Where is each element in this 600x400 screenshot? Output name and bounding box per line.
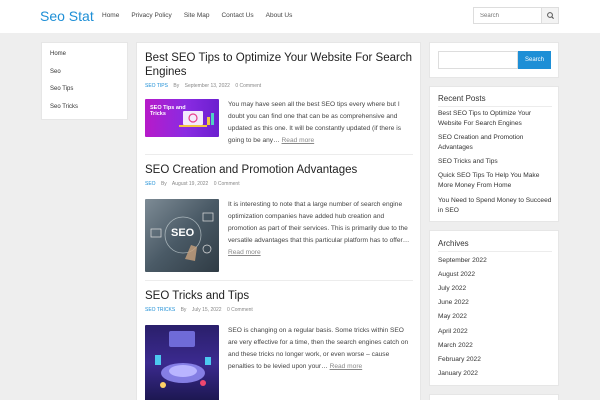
laptop-chart-icon (179, 111, 214, 127)
read-more-link[interactable]: Read more (282, 137, 315, 144)
sidebar-item-seo-tricks[interactable]: Seo Tricks (50, 104, 78, 110)
widget-title: Archives (438, 239, 469, 248)
seo-illustration-icon (155, 331, 211, 388)
post-author-label: By (160, 181, 167, 187)
nav-privacy-policy[interactable]: Privacy Policy (131, 12, 171, 19)
post-author-label: By (180, 307, 187, 313)
excerpt-text: It is interesting to note that a large n… (228, 201, 410, 244)
sidebar-search-input[interactable] (438, 51, 518, 69)
search-icon (547, 12, 554, 19)
next-widget (429, 394, 559, 400)
read-more-link[interactable]: Read more (330, 363, 363, 370)
nav-about-us[interactable]: About Us (266, 12, 293, 19)
archive-link[interactable]: March 2022 (438, 341, 554, 351)
read-more-link[interactable]: Read more (228, 249, 261, 256)
post-thumbnail[interactable]: SEO (145, 199, 219, 272)
post-title[interactable]: SEO Tricks and Tips (145, 289, 413, 303)
post-category[interactable]: SEO (145, 181, 156, 187)
post-comments[interactable]: 0 Comment (214, 181, 240, 187)
recent-post-link[interactable]: Quick SEO Tips To Help You Make More Mon… (438, 171, 554, 190)
post-divider (145, 154, 413, 155)
post-date[interactable]: August 19, 2022 (172, 181, 208, 187)
nav-contact-us[interactable]: Contact Us (221, 12, 253, 19)
site-logo[interactable]: Seo Stat (40, 8, 94, 24)
thumbnail-caption: SEO (171, 227, 195, 239)
header-search-button[interactable] (541, 8, 558, 23)
post-item: SEO Creation and Promotion Advantages SE… (145, 163, 413, 283)
header-search (473, 7, 559, 24)
archive-link[interactable]: April 2022 (438, 327, 554, 337)
post-comments[interactable]: 0 Comment (235, 83, 261, 89)
archive-link[interactable]: January 2022 (438, 369, 554, 379)
recent-posts-widget: Recent Posts Best SEO Tips to Optimize Y… (429, 86, 559, 222)
post-date[interactable]: July 15, 2022 (192, 307, 222, 313)
widget-divider (438, 106, 552, 107)
post-meta: SEO TIPS By September 13, 2022 0 Comment (145, 83, 413, 91)
post-author-label: By (173, 83, 180, 89)
header-search-input[interactable] (474, 8, 542, 23)
post-category[interactable]: SEO TIPS (145, 83, 168, 89)
widget-divider (438, 251, 552, 252)
excerpt-text: SEO is changing on a regular basis. Some… (228, 327, 409, 370)
post-list: Best SEO Tips to Optimize Your Website F… (136, 42, 421, 400)
sidebar-item-home[interactable]: Home (50, 51, 66, 57)
sidebar-item-seo-tips[interactable]: Seo Tips (50, 86, 73, 92)
category-sidebar: Home Seo Seo Tips Seo Tricks (41, 42, 128, 120)
sidebar-search-widget: Search (429, 42, 559, 78)
site-header: Seo Stat Home Privacy Policy Site Map Co… (0, 0, 600, 33)
post-excerpt: You may have seen all the best SEO tips … (228, 99, 411, 147)
archive-link[interactable]: August 2022 (438, 270, 554, 280)
archive-link[interactable]: May 2022 (438, 312, 554, 322)
post-excerpt: SEO is changing on a regular basis. Some… (228, 325, 411, 373)
post-comments[interactable]: 0 Comment (227, 307, 253, 313)
recent-post-link[interactable]: You Need to Spend Money to Succeed in SE… (438, 196, 554, 215)
post-item: SEO Tricks and Tips SEO TRICKS By July 1… (145, 289, 413, 400)
post-excerpt: It is interesting to note that a large n… (228, 199, 411, 259)
archives-widget: Archives September 2022 August 2022 July… (429, 230, 559, 386)
recent-post-link[interactable]: SEO Creation and Promotion Advantages (438, 133, 554, 152)
post-title[interactable]: SEO Creation and Promotion Advantages (145, 163, 413, 177)
post-date[interactable]: September 13, 2022 (185, 83, 230, 89)
recent-post-link[interactable]: SEO Tricks and Tips (438, 157, 554, 167)
archive-link[interactable]: July 2022 (438, 284, 554, 294)
post-thumbnail[interactable] (145, 325, 219, 400)
post-meta: SEO TRICKS By July 15, 2022 0 Comment (145, 307, 413, 315)
nav-home[interactable]: Home (102, 12, 119, 19)
excerpt-text: You may have seen all the best SEO tips … (228, 101, 402, 144)
sidebar-search-button[interactable]: Search (518, 51, 551, 69)
widget-title: Recent Posts (438, 94, 486, 103)
sidebar-item-seo[interactable]: Seo (50, 69, 61, 75)
archive-link[interactable]: June 2022 (438, 298, 554, 308)
recent-post-link[interactable]: Best SEO Tips to Optimize Your Website F… (438, 109, 554, 128)
archive-link[interactable]: September 2022 (438, 256, 554, 266)
post-thumbnail[interactable]: SEO Tips and Tricks (145, 99, 219, 137)
archive-link[interactable]: February 2022 (438, 355, 554, 365)
post-meta: SEO By August 19, 2022 0 Comment (145, 181, 413, 189)
post-item: Best SEO Tips to Optimize Your Website F… (145, 51, 413, 151)
post-divider (145, 280, 413, 281)
nav-site-map[interactable]: Site Map (184, 12, 210, 19)
post-title[interactable]: Best SEO Tips to Optimize Your Website F… (145, 51, 413, 79)
main-nav: Home Privacy Policy Site Map Contact Us … (102, 12, 304, 19)
post-category[interactable]: SEO TRICKS (145, 307, 175, 313)
